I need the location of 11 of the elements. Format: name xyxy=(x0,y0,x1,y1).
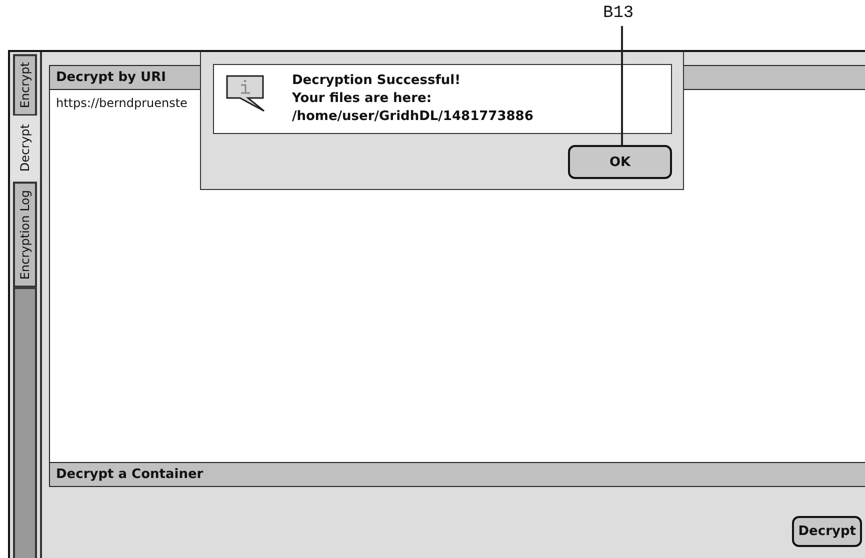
decrypt-button[interactable]: Decrypt xyxy=(792,516,862,547)
message-text: Decryption Successful! xyxy=(292,72,462,89)
annotation-label: B13 xyxy=(603,4,634,23)
info-speech-bubble-icon xyxy=(226,75,266,112)
message-text: /home/user/GridhDL/1481773886 xyxy=(292,108,534,125)
tab[interactable]: Encrypt xyxy=(13,54,37,116)
tab[interactable]: Decrypt xyxy=(10,116,40,180)
ok-button[interactable]: OK xyxy=(568,145,672,179)
section-header: Decrypt a Container xyxy=(50,462,865,486)
tab[interactable]: Encryption Log xyxy=(13,182,37,288)
message-text: Your files are here: xyxy=(292,90,433,107)
